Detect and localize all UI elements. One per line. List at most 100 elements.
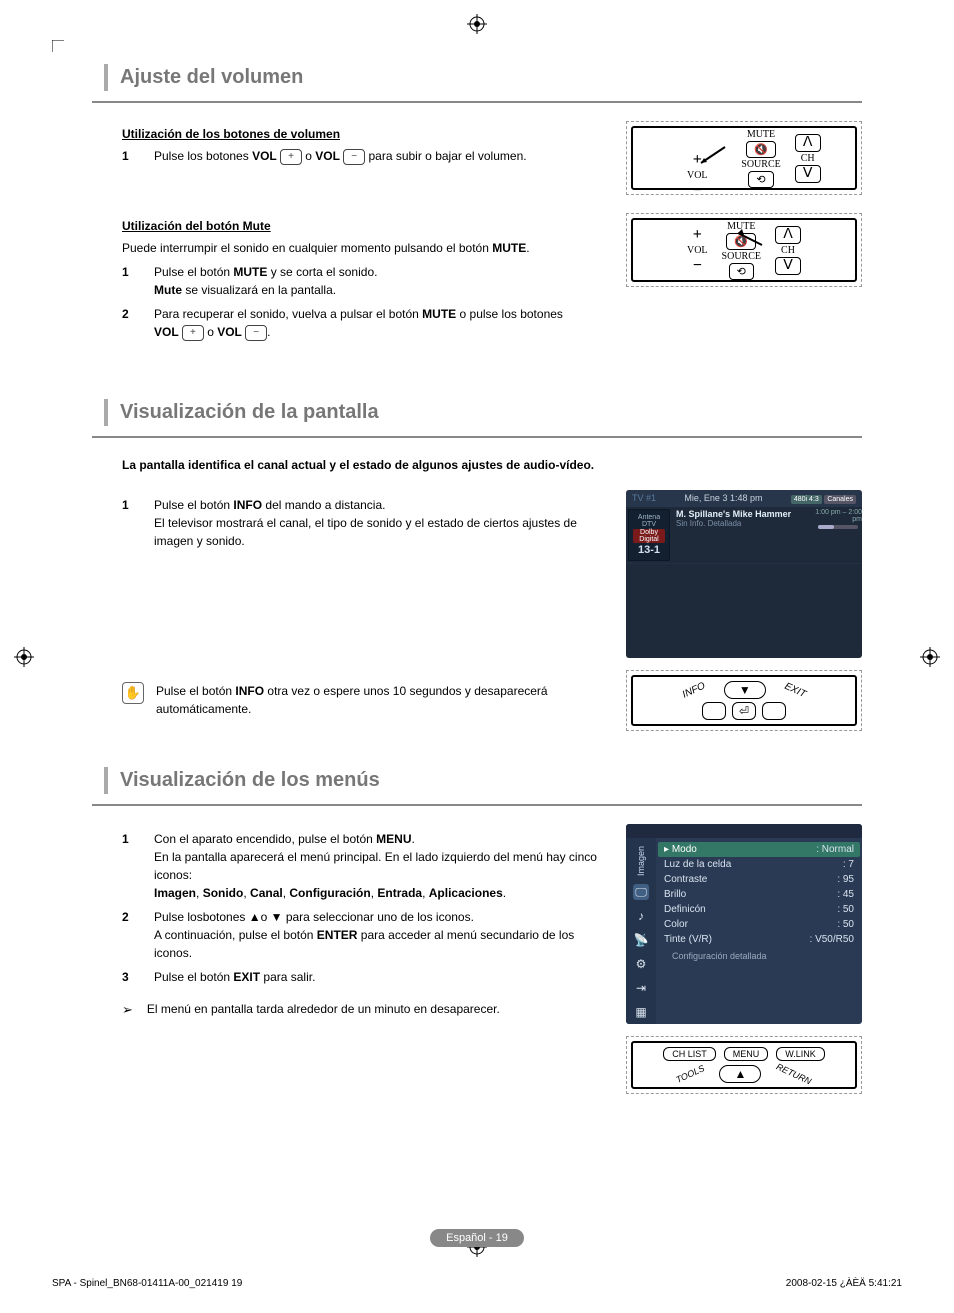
settings-icon: ⚙ bbox=[633, 956, 649, 972]
info-label: INFO bbox=[233, 498, 262, 512]
section2-divider bbox=[92, 436, 862, 438]
info-key-label: INFO bbox=[681, 680, 707, 700]
osd-val: : V50/R50 bbox=[810, 934, 854, 945]
tv-badge-res: 480i 4:3 bbox=[791, 495, 822, 504]
triangle-right-icon: ➢ bbox=[122, 1000, 133, 1020]
nav-down-icon: ▼ bbox=[724, 681, 766, 699]
step-body: Pulse el botón INFO del mando a distanci… bbox=[154, 496, 608, 550]
section3-heading: Visualización de los menús bbox=[104, 767, 862, 794]
tv-meta-right: 1:00 pm – 2:00 pm bbox=[814, 507, 862, 563]
ch-down-icon: ᐯ bbox=[775, 257, 801, 275]
key-blank bbox=[702, 702, 726, 720]
vol-label: VOL bbox=[687, 170, 708, 181]
tv-badge-cat: Canales bbox=[824, 495, 856, 504]
text: Pulse el botón bbox=[154, 970, 233, 984]
tv-meta: M. Spillane's Mike Hammer Sin Info. Deta… bbox=[672, 507, 814, 563]
tv-detail: Sin Info. Detallada bbox=[676, 519, 810, 528]
mute-label: MUTE bbox=[747, 129, 775, 140]
exit-label: EXIT bbox=[233, 970, 260, 984]
menu-key: MENU bbox=[724, 1047, 769, 1061]
osd-key: Modo bbox=[672, 844, 697, 855]
info-step1: 1 Pulse el botón INFO del mando a distan… bbox=[122, 496, 608, 550]
section1-sub2: Utilización del botón Mute bbox=[122, 219, 608, 233]
vol-label: VOL bbox=[687, 245, 708, 256]
vol-label: VOL bbox=[217, 325, 242, 339]
mute-label: MUTE bbox=[422, 307, 456, 321]
exit-key-label: EXIT bbox=[782, 680, 807, 699]
sound-icon: ♪ bbox=[633, 908, 649, 924]
menu-step3: 3 Pulse el botón EXIT para salir. bbox=[122, 968, 608, 986]
input-icon: ⇥ bbox=[633, 980, 649, 996]
vol-minus-icon: − bbox=[245, 325, 267, 341]
text: o bbox=[207, 325, 217, 339]
content-area: Ajuste del volumen Utilización de los bo… bbox=[52, 64, 902, 1094]
mute-label: MUTE bbox=[233, 265, 267, 279]
apps-icon: ▦ bbox=[633, 1004, 649, 1020]
menu-note: ➢ El menú en pantalla tarda alrededor de… bbox=[122, 1000, 608, 1020]
callout-arrow-icon bbox=[736, 227, 766, 247]
text: En la pantalla aparecerá el menú princip… bbox=[154, 850, 597, 882]
text: A continuación, pulse el botón bbox=[154, 928, 317, 942]
tv-info-screenshot: TV #1 Mie, Ene 3 1:48 pm 480i 4:3 Canale… bbox=[626, 490, 862, 658]
osd-key: Tinte (V/R) bbox=[664, 934, 712, 945]
note-icon: ✋ bbox=[122, 682, 144, 704]
source-label: SOURCE bbox=[722, 251, 761, 262]
chlist-key: CH LIST bbox=[663, 1047, 716, 1061]
ch-cluster: ᐱ CH ᐯ bbox=[795, 134, 821, 183]
tools-key-label: TOOLS bbox=[674, 1063, 706, 1085]
section1-heading: Ajuste del volumen bbox=[104, 64, 862, 91]
callout-arrow-icon bbox=[699, 145, 727, 165]
osd-menu-footer: Configuración detallada bbox=[664, 947, 854, 967]
ch-label: CH bbox=[781, 245, 795, 256]
text: Puede interrumpir el sonido en cualquier… bbox=[122, 241, 492, 255]
osd-row: Brillo: 45 bbox=[664, 887, 854, 902]
section2-row: 1 Pulse el botón INFO del mando a distan… bbox=[92, 490, 862, 731]
text: . bbox=[412, 832, 415, 846]
step-body: Para recuperar el sonido, vuelva a pulsa… bbox=[154, 305, 608, 341]
osd-menu-top bbox=[626, 824, 862, 838]
osd-val: : 50 bbox=[837, 904, 854, 915]
mute-label: MUTE bbox=[492, 241, 526, 255]
osd-row: Color: 50 bbox=[664, 917, 854, 932]
vol-label: VOL bbox=[154, 325, 179, 339]
menu-step2: 2 Pulse losbotones ▲o ▼ para seleccionar… bbox=[122, 908, 608, 962]
tv-channel-box: Antena DTV Dolby Digital 13-1 bbox=[628, 509, 670, 561]
osd-key: Definicón bbox=[664, 904, 706, 915]
section2-heading: Visualización de la pantalla bbox=[104, 399, 862, 426]
text: Pulse el botón bbox=[154, 498, 233, 512]
text: o pulse los botones bbox=[456, 307, 563, 321]
section1-sub1: Utilización de los botones de volumen bbox=[122, 127, 608, 141]
crop-top-left bbox=[52, 40, 72, 60]
remote-illustration-1: + VOL − MUTE 🔇 SOURCE ⟲ ᐱ bbox=[626, 121, 862, 195]
mute-intro: Puede interrumpir el sonido en cualquier… bbox=[122, 239, 608, 257]
tv-info-panel: Antena DTV Dolby Digital 13-1 M. Spillan… bbox=[626, 507, 862, 564]
picture-icon: 🖵 bbox=[633, 884, 649, 900]
ch-label: CH bbox=[801, 153, 815, 164]
registration-mark-right bbox=[920, 647, 940, 667]
source-icon: ⟲ bbox=[729, 263, 754, 280]
tv-channel-number: 13-1 bbox=[633, 544, 665, 556]
mute-step1: 1 Pulse el botón MUTE y se corta el soni… bbox=[122, 263, 608, 299]
text: o bbox=[305, 149, 315, 163]
vol-label: VOL bbox=[252, 149, 277, 163]
vol-plus-icon: + bbox=[280, 149, 302, 165]
osd-menu-main: ▸ Modo: Normal Luz de la celda: 7 Contra… bbox=[656, 838, 862, 1024]
osd-menu-screenshot: Imagen 🖵 ♪ 📡 ⚙ ⇥ ▦ ▸ Modo: Normal Luz de… bbox=[626, 824, 862, 1024]
ch-up-icon: ᐱ bbox=[795, 134, 821, 152]
tv-src: Antena DTV bbox=[633, 514, 665, 528]
text: Con el aparato encendido, pulse el botón bbox=[154, 832, 376, 846]
step-body: Pulse losbotones ▲o ▼ para seleccionar u… bbox=[154, 908, 608, 962]
osd-row-modo: ▸ Modo: Normal bbox=[658, 842, 860, 857]
source-label: SOURCE bbox=[741, 159, 780, 170]
remote-illustration-2: + VOL − MUTE 🔇 SOURCE ⟲ ᐱ bbox=[626, 213, 862, 287]
tv-program: M. Spillane's Mike Hammer bbox=[676, 509, 810, 519]
document-footer: SPA - Spinel_BN68-01411A-00_021419 19 20… bbox=[0, 1278, 954, 1289]
step-body: Con el aparato encendido, pulse el botón… bbox=[154, 830, 608, 902]
osd-val: : 7 bbox=[843, 859, 854, 870]
mute-step2: 2 Para recuperar el sonido, vuelva a pul… bbox=[122, 305, 608, 341]
step-number: 1 bbox=[122, 263, 136, 299]
menu-cat: Canal bbox=[250, 886, 283, 900]
osd-key: Luz de la celda bbox=[664, 859, 731, 870]
section2-lead: La pantalla identifica el canal actual y… bbox=[122, 456, 662, 474]
info-note: ✋ Pulse el botón INFO otra vez o espere … bbox=[122, 682, 608, 718]
